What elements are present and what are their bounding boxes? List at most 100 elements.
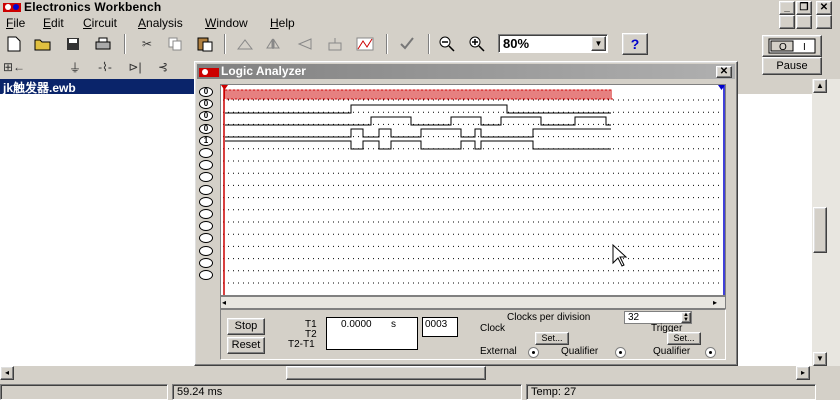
clock-qualifier-label: Qualifier bbox=[561, 346, 599, 357]
sources-bin-icon[interactable]: ⏚ bbox=[64, 56, 86, 78]
scroll-down-icon[interactable]: ▼ bbox=[813, 352, 827, 366]
channel-terminal[interactable] bbox=[199, 160, 213, 171]
horizontal-scroll-thumb[interactable] bbox=[286, 366, 486, 380]
data-waveform-4 bbox=[225, 140, 611, 150]
open-folder-icon[interactable] bbox=[32, 33, 54, 55]
channel-terminal[interactable] bbox=[199, 148, 213, 158]
time-unit: s bbox=[391, 319, 396, 330]
logic-analyzer-icon bbox=[199, 68, 219, 77]
t2t1-label: T2-T1 bbox=[288, 339, 315, 350]
doc-restore-button[interactable] bbox=[796, 15, 812, 29]
component-properties-icon[interactable] bbox=[324, 33, 346, 55]
trigger-set-button[interactable]: Set... bbox=[667, 332, 701, 345]
time-value: 0.0000 bbox=[341, 319, 372, 330]
menu-circuit[interactable]: Circuit bbox=[83, 16, 117, 30]
channel-terminal[interactable]: 0 bbox=[199, 87, 213, 97]
clock-set-button[interactable]: Set... bbox=[535, 332, 569, 345]
rotate-icon[interactable] bbox=[234, 33, 256, 55]
menu-file[interactable]: File bbox=[6, 16, 25, 30]
toolbar: ✂ 80% ▼ ? bbox=[0, 32, 840, 56]
display-scrollbar[interactable]: ◂ ▸ bbox=[220, 296, 726, 309]
zoom-in-icon[interactable] bbox=[466, 33, 488, 55]
basic-bin-icon[interactable]: -⌇- bbox=[94, 56, 116, 78]
status-time: 59.24 ms bbox=[172, 384, 522, 400]
scroll-left-icon[interactable]: ◂ bbox=[222, 297, 232, 308]
horizontal-scrollbar[interactable]: ◂ ▸ bbox=[0, 366, 840, 380]
channel-terminal[interactable]: 0 bbox=[199, 99, 213, 110]
channel-terminal[interactable] bbox=[199, 209, 213, 219]
clock-qualifier-radio[interactable] bbox=[615, 347, 626, 358]
restore-button[interactable]: ❐ bbox=[796, 1, 812, 15]
cursor-marker-1 bbox=[221, 85, 228, 90]
vertical-scrollbar[interactable]: ▲ ▼ bbox=[812, 79, 840, 366]
flip-horizontal-icon[interactable] bbox=[262, 33, 284, 55]
stop-button[interactable]: Stop bbox=[227, 318, 265, 335]
chevron-down-icon[interactable]: ▼ bbox=[591, 36, 606, 51]
minimize-button[interactable]: _ bbox=[779, 1, 795, 15]
logic-analyzer-window: Logic Analyzer ✕ 00001 ◂ ▸ Stop Reset T1… bbox=[194, 61, 738, 366]
data-waveform-3 bbox=[225, 128, 611, 138]
waveform-area bbox=[221, 85, 725, 295]
menu-window[interactable]: Window bbox=[205, 16, 248, 30]
power-switch[interactable]: O I bbox=[762, 35, 822, 57]
subcircuit-icon[interactable] bbox=[396, 33, 418, 55]
clocks-per-division-value: 32 bbox=[628, 312, 640, 323]
flip-vertical-icon[interactable] bbox=[294, 33, 316, 55]
analysis-graphs-icon[interactable] bbox=[354, 33, 376, 55]
logic-analyzer-controls: Stop Reset T1 T2 T2-T1 0.0000 s 0003 Clo… bbox=[220, 309, 726, 360]
channel-terminal[interactable] bbox=[199, 245, 213, 256]
scroll-up-icon[interactable]: ▲ bbox=[813, 79, 827, 93]
svg-text:I: I bbox=[803, 42, 806, 53]
transistors-bin-icon[interactable]: ⊰ bbox=[152, 56, 174, 78]
channel-terminal[interactable] bbox=[199, 184, 213, 195]
channel-terminal[interactable] bbox=[199, 172, 213, 183]
zoom-out-icon[interactable] bbox=[436, 33, 458, 55]
channel-terminal[interactable]: 0 bbox=[199, 111, 213, 122]
doc-close-button[interactable] bbox=[816, 15, 832, 29]
channel-terminal[interactable] bbox=[199, 233, 213, 244]
paste-icon[interactable] bbox=[194, 33, 216, 55]
vertical-scroll-thumb[interactable] bbox=[813, 207, 827, 253]
menu-edit[interactable]: Edit bbox=[43, 16, 64, 30]
zoom-value: 80% bbox=[503, 36, 530, 51]
clock-waveform bbox=[224, 89, 613, 100]
spinner-icon[interactable]: ▲ ▼ bbox=[681, 312, 691, 323]
parts-bin-bar: ⊞← ⏚ -⌇- ⊳| ⊰ bbox=[0, 56, 190, 78]
trigger-qualifier-label: Qualifier bbox=[653, 346, 691, 357]
save-icon[interactable] bbox=[62, 33, 84, 55]
close-icon[interactable]: ✕ bbox=[716, 66, 732, 78]
diodes-bin-icon[interactable]: ⊳| bbox=[124, 56, 146, 78]
mouse-pointer-icon bbox=[612, 243, 628, 267]
hscroll-right-icon[interactable]: ▸ bbox=[796, 366, 810, 380]
status-bar: 59.24 ms Temp: 27 bbox=[0, 382, 840, 400]
scroll-right-icon[interactable]: ▸ bbox=[713, 297, 723, 308]
channel-terminal[interactable] bbox=[199, 270, 213, 280]
new-file-icon[interactable] bbox=[3, 33, 25, 55]
external-radio[interactable] bbox=[528, 347, 539, 358]
channel-terminal[interactable] bbox=[199, 196, 213, 207]
help-button[interactable]: ? bbox=[622, 33, 648, 55]
channel-terminal[interactable] bbox=[199, 221, 213, 232]
channel-terminal[interactable] bbox=[199, 257, 213, 268]
reset-button[interactable]: Reset bbox=[227, 337, 265, 354]
parts-bin-toggle-icon[interactable]: ⊞← bbox=[3, 56, 25, 78]
trigger-qualifier-radio[interactable] bbox=[705, 347, 716, 358]
hscroll-left-icon[interactable]: ◂ bbox=[0, 366, 14, 380]
document-title: jk触发器.ewb bbox=[0, 79, 194, 95]
clock-label: Clock bbox=[480, 323, 506, 334]
menu-analysis[interactable]: Analysis bbox=[138, 16, 183, 30]
channel-terminal[interactable]: 1 bbox=[199, 135, 213, 146]
pause-button[interactable]: Pause bbox=[762, 57, 822, 75]
cut-icon[interactable]: ✂ bbox=[136, 33, 158, 55]
copy-icon[interactable] bbox=[164, 33, 186, 55]
logic-analyzer-display bbox=[220, 84, 726, 296]
menu-help[interactable]: Help bbox=[270, 16, 295, 30]
zoom-select[interactable]: 80% ▼ bbox=[498, 34, 608, 53]
close-button[interactable]: ✕ bbox=[816, 1, 832, 15]
print-icon[interactable] bbox=[92, 33, 114, 55]
logic-analyzer-title: Logic Analyzer bbox=[221, 64, 306, 78]
app-title-bar: Electronics Workbench _ ❐ ✕ bbox=[0, 0, 840, 15]
menu-bar: File Edit Circuit Analysis Window Help bbox=[0, 15, 840, 32]
channel-terminal[interactable]: 0 bbox=[199, 123, 213, 134]
doc-minimize-button[interactable] bbox=[779, 15, 795, 29]
